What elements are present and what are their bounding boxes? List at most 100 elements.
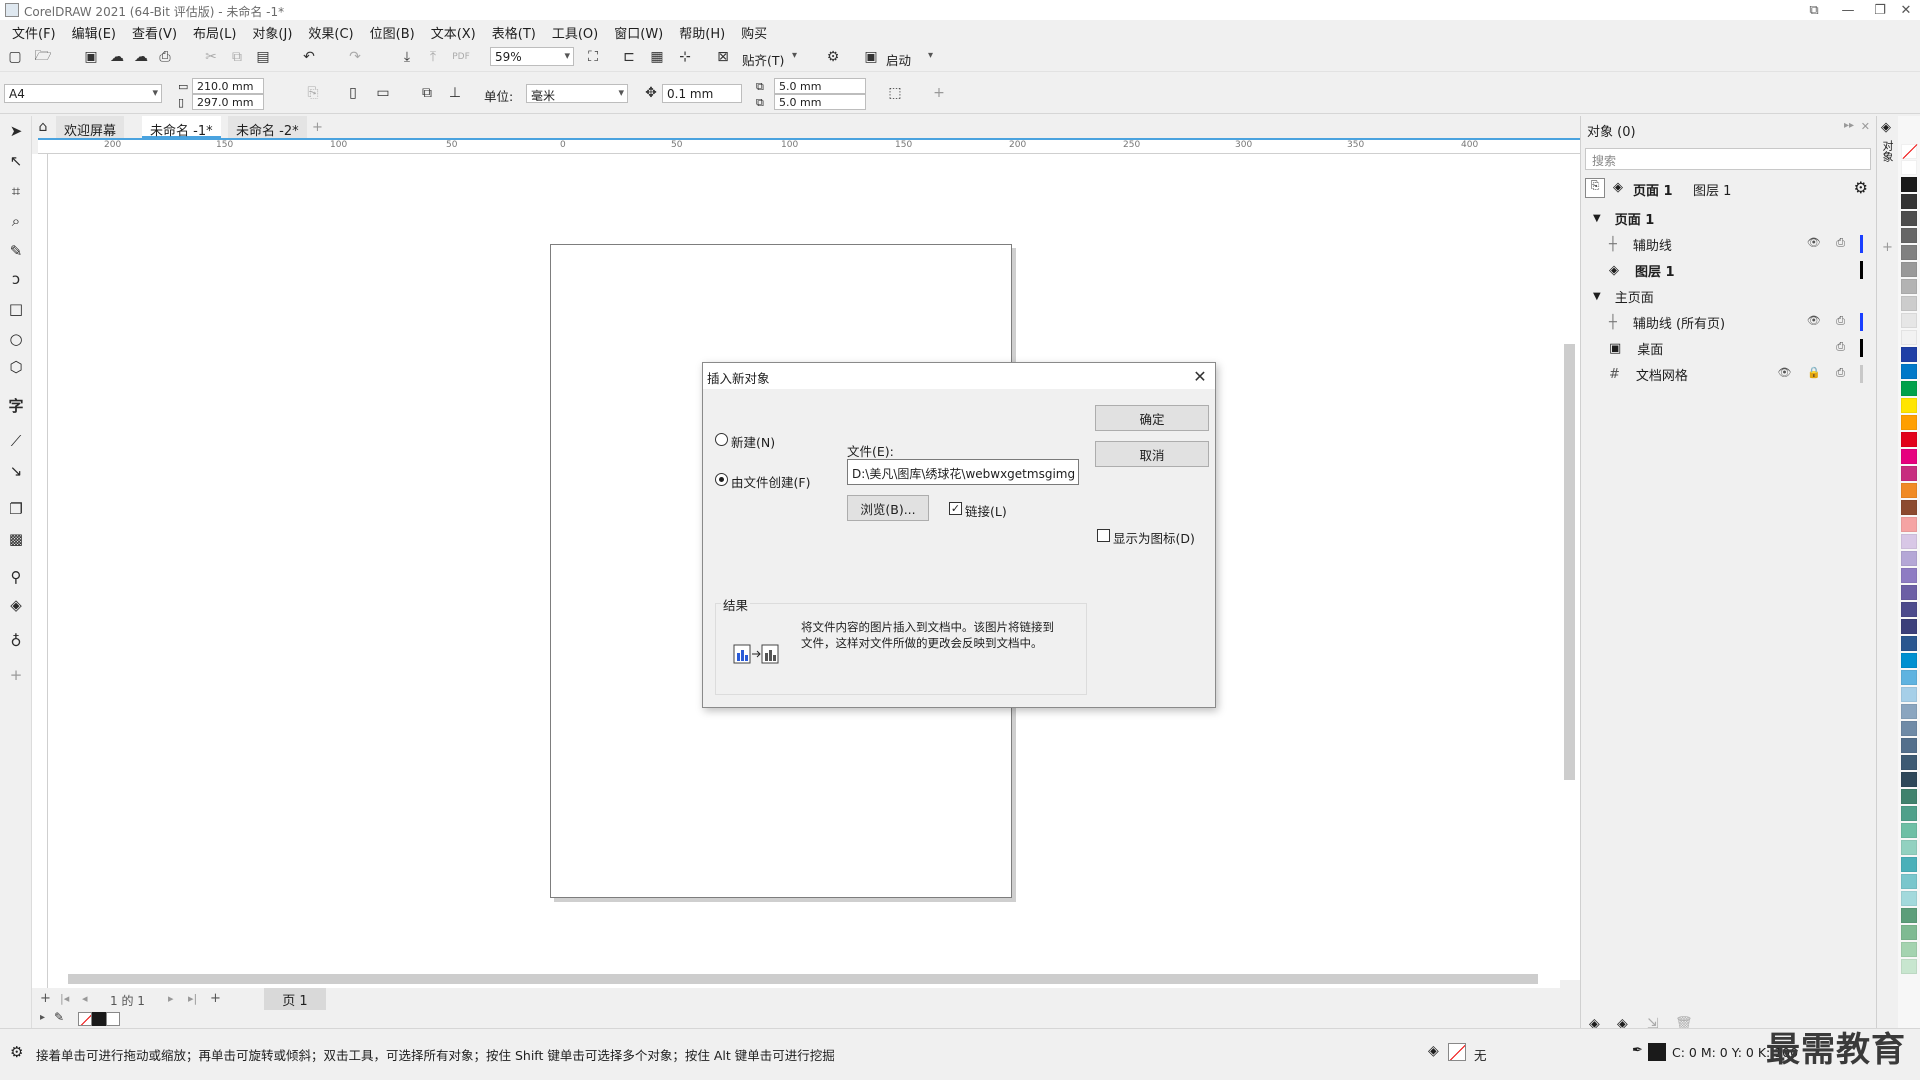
drop-shadow-tool-icon[interactable]: ❐ xyxy=(5,498,27,520)
close-window-button[interactable]: ✕ xyxy=(1890,0,1920,20)
current-page-size-icon[interactable]: ⊥ xyxy=(444,82,466,104)
full-screen-icon[interactable]: ⛶ xyxy=(582,46,604,68)
page-tab-1[interactable]: 页 1 xyxy=(264,988,326,1010)
smart-fill-icon[interactable]: ♁ xyxy=(5,630,27,652)
import-icon[interactable]: ⤓ xyxy=(396,46,418,68)
palette-swatch[interactable] xyxy=(1901,619,1917,634)
all-pages-size-icon[interactable]: ⧉ xyxy=(416,82,438,104)
next-page-icon[interactable]: ▸ xyxy=(168,992,174,1005)
prev-page-icon[interactable]: ◂ xyxy=(82,992,88,1005)
link-checkbox-label[interactable]: 链接(L) xyxy=(965,501,1007,520)
palette-swatch[interactable] xyxy=(1901,585,1917,600)
open-folder-icon[interactable]: 🗁 xyxy=(32,46,54,68)
add-page-before-icon[interactable]: + xyxy=(40,991,51,1006)
white-swatch[interactable] xyxy=(106,1012,120,1026)
guidelines-icon[interactable]: ⊹ xyxy=(674,46,696,68)
palette-swatch[interactable] xyxy=(1901,874,1917,889)
cancel-button[interactable]: 取消 xyxy=(1095,441,1209,467)
options-gear-icon[interactable]: ⚙ xyxy=(822,46,844,68)
undo-icon[interactable]: ↶ xyxy=(298,46,320,68)
black-swatch[interactable] xyxy=(92,1012,106,1026)
objects-docker-icon[interactable]: ◈ xyxy=(1881,120,1891,135)
visibility-print-icons[interactable]: 👁 ⎙ xyxy=(1807,236,1851,250)
palette-swatch[interactable] xyxy=(1901,500,1917,515)
vertical-scrollbar[interactable] xyxy=(1560,154,1576,980)
objects-search-input[interactable]: 搜索 xyxy=(1585,148,1871,170)
no-color-swatch[interactable] xyxy=(1901,144,1918,159)
display-as-icon-checkbox[interactable] xyxy=(1097,529,1110,542)
palette-swatch[interactable] xyxy=(1901,568,1917,583)
tree-row-master-page[interactable]: ▼ 主页面 xyxy=(1581,284,1871,308)
menu-view[interactable]: 查看(V) xyxy=(126,20,187,42)
expand-arrow-icon[interactable]: ▼ xyxy=(1593,291,1601,302)
cloud-download-icon[interactable]: ☁ xyxy=(106,46,128,68)
radio-create-from-file-label[interactable]: 由文件创建(F) xyxy=(731,472,810,491)
palette-swatch[interactable] xyxy=(1901,721,1917,736)
palette-swatch[interactable] xyxy=(1901,415,1917,430)
snap-to-menu[interactable]: 贴齐(T) xyxy=(742,50,784,69)
duplicate-y-input[interactable]: 5.0 mm xyxy=(774,94,866,110)
polygon-tool-icon[interactable]: ⬡ xyxy=(5,356,27,378)
units-select[interactable]: 毫米 xyxy=(526,84,628,103)
objects-side-tab[interactable]: 对象 xyxy=(1881,140,1894,162)
vertical-ruler[interactable] xyxy=(32,154,48,988)
crop-tool-icon[interactable]: ⌗ xyxy=(5,180,27,202)
current-page-label[interactable]: 页面 1 xyxy=(1633,180,1673,199)
add-toolbar-item-icon[interactable]: + xyxy=(928,82,950,104)
visibility-lock-print-icons[interactable]: 👁 🔒 ⎙ xyxy=(1778,366,1851,380)
shape-tool-icon[interactable]: ↖ xyxy=(5,150,27,172)
palette-swatch[interactable] xyxy=(1901,398,1917,413)
zoom-tool-icon[interactable]: ⌕ xyxy=(5,210,27,232)
palette-swatch[interactable] xyxy=(1901,704,1917,719)
palette-swatch[interactable] xyxy=(1901,806,1917,821)
palette-swatch[interactable] xyxy=(1901,313,1917,328)
docker-options-gear-icon[interactable]: ⚙ xyxy=(1854,178,1868,197)
palette-swatch[interactable] xyxy=(1901,908,1917,923)
palette-swatch[interactable] xyxy=(1901,364,1917,379)
palette-swatch[interactable] xyxy=(1901,959,1917,974)
ellipse-tool-icon[interactable]: ○ xyxy=(5,328,27,350)
palette-expand-icon[interactable]: ▸ xyxy=(40,1012,45,1023)
tab-untitled-1[interactable]: 未命名 -1* xyxy=(142,116,221,139)
new-document-icon[interactable]: ▢ xyxy=(4,46,26,68)
treat-as-filled-icon[interactable]: ⬚ xyxy=(884,82,906,104)
nudge-distance-input[interactable]: 0.1 mm xyxy=(662,84,742,103)
page-height-input[interactable]: 297.0 mm xyxy=(192,94,264,110)
close-docker-icon[interactable]: ✕ xyxy=(1861,120,1870,133)
display-as-icon-label[interactable]: 显示为图标(D) xyxy=(1113,528,1195,547)
tree-row-document-grid[interactable]: # 文档网格 👁 🔒 ⎙ xyxy=(1581,362,1871,386)
palette-swatch[interactable] xyxy=(1901,653,1917,668)
add-docker-icon[interactable]: + xyxy=(1882,240,1893,255)
page-view-icon[interactable]: ⎘ xyxy=(1585,178,1605,198)
palette-swatch[interactable] xyxy=(1901,670,1917,685)
eyedropper-tool-icon[interactable]: ⚲ xyxy=(5,566,27,588)
palette-swatch[interactable] xyxy=(1901,466,1917,481)
palette-swatch[interactable] xyxy=(1901,177,1917,192)
all-pages-icon[interactable]: ⎘ xyxy=(302,82,324,104)
minimize-button[interactable]: — xyxy=(1832,0,1864,20)
palette-swatch[interactable] xyxy=(1901,823,1917,838)
radio-create-from-file[interactable] xyxy=(715,473,728,486)
palette-swatch[interactable] xyxy=(1901,755,1917,770)
tree-row-desktop[interactable]: ▣ 桌面 ⎙ xyxy=(1581,336,1871,360)
palette-swatch[interactable] xyxy=(1901,211,1917,226)
menu-edit[interactable]: 编辑(E) xyxy=(66,20,126,42)
launch-menu[interactable]: 启动 xyxy=(886,50,911,69)
rectangle-tool-icon[interactable]: □ xyxy=(5,298,27,320)
tree-row-page1[interactable]: ▼ 页面 1 xyxy=(1581,206,1871,230)
no-color-swatch[interactable] xyxy=(78,1012,92,1026)
palette-swatch[interactable] xyxy=(1901,381,1917,396)
artistic-media-icon[interactable]: ↄ xyxy=(5,268,27,290)
palette-swatch[interactable] xyxy=(1901,789,1917,804)
palette-swatch[interactable] xyxy=(1901,449,1917,464)
page-size-select[interactable]: A4 xyxy=(4,84,162,103)
browse-button[interactable]: 浏览(B)... xyxy=(847,495,929,521)
outline-color-swatch[interactable] xyxy=(1648,1043,1666,1061)
menu-help[interactable]: 帮助(H) xyxy=(673,20,735,42)
link-checkbox[interactable]: ✓ xyxy=(949,502,962,515)
dialog-close-icon[interactable]: ✕ xyxy=(1189,365,1211,387)
palette-swatch[interactable] xyxy=(1901,432,1917,447)
current-layer-label[interactable]: 图层 1 xyxy=(1693,180,1731,199)
connector-tool-icon[interactable]: ↘ xyxy=(5,460,27,482)
palette-swatch[interactable] xyxy=(1901,330,1917,345)
